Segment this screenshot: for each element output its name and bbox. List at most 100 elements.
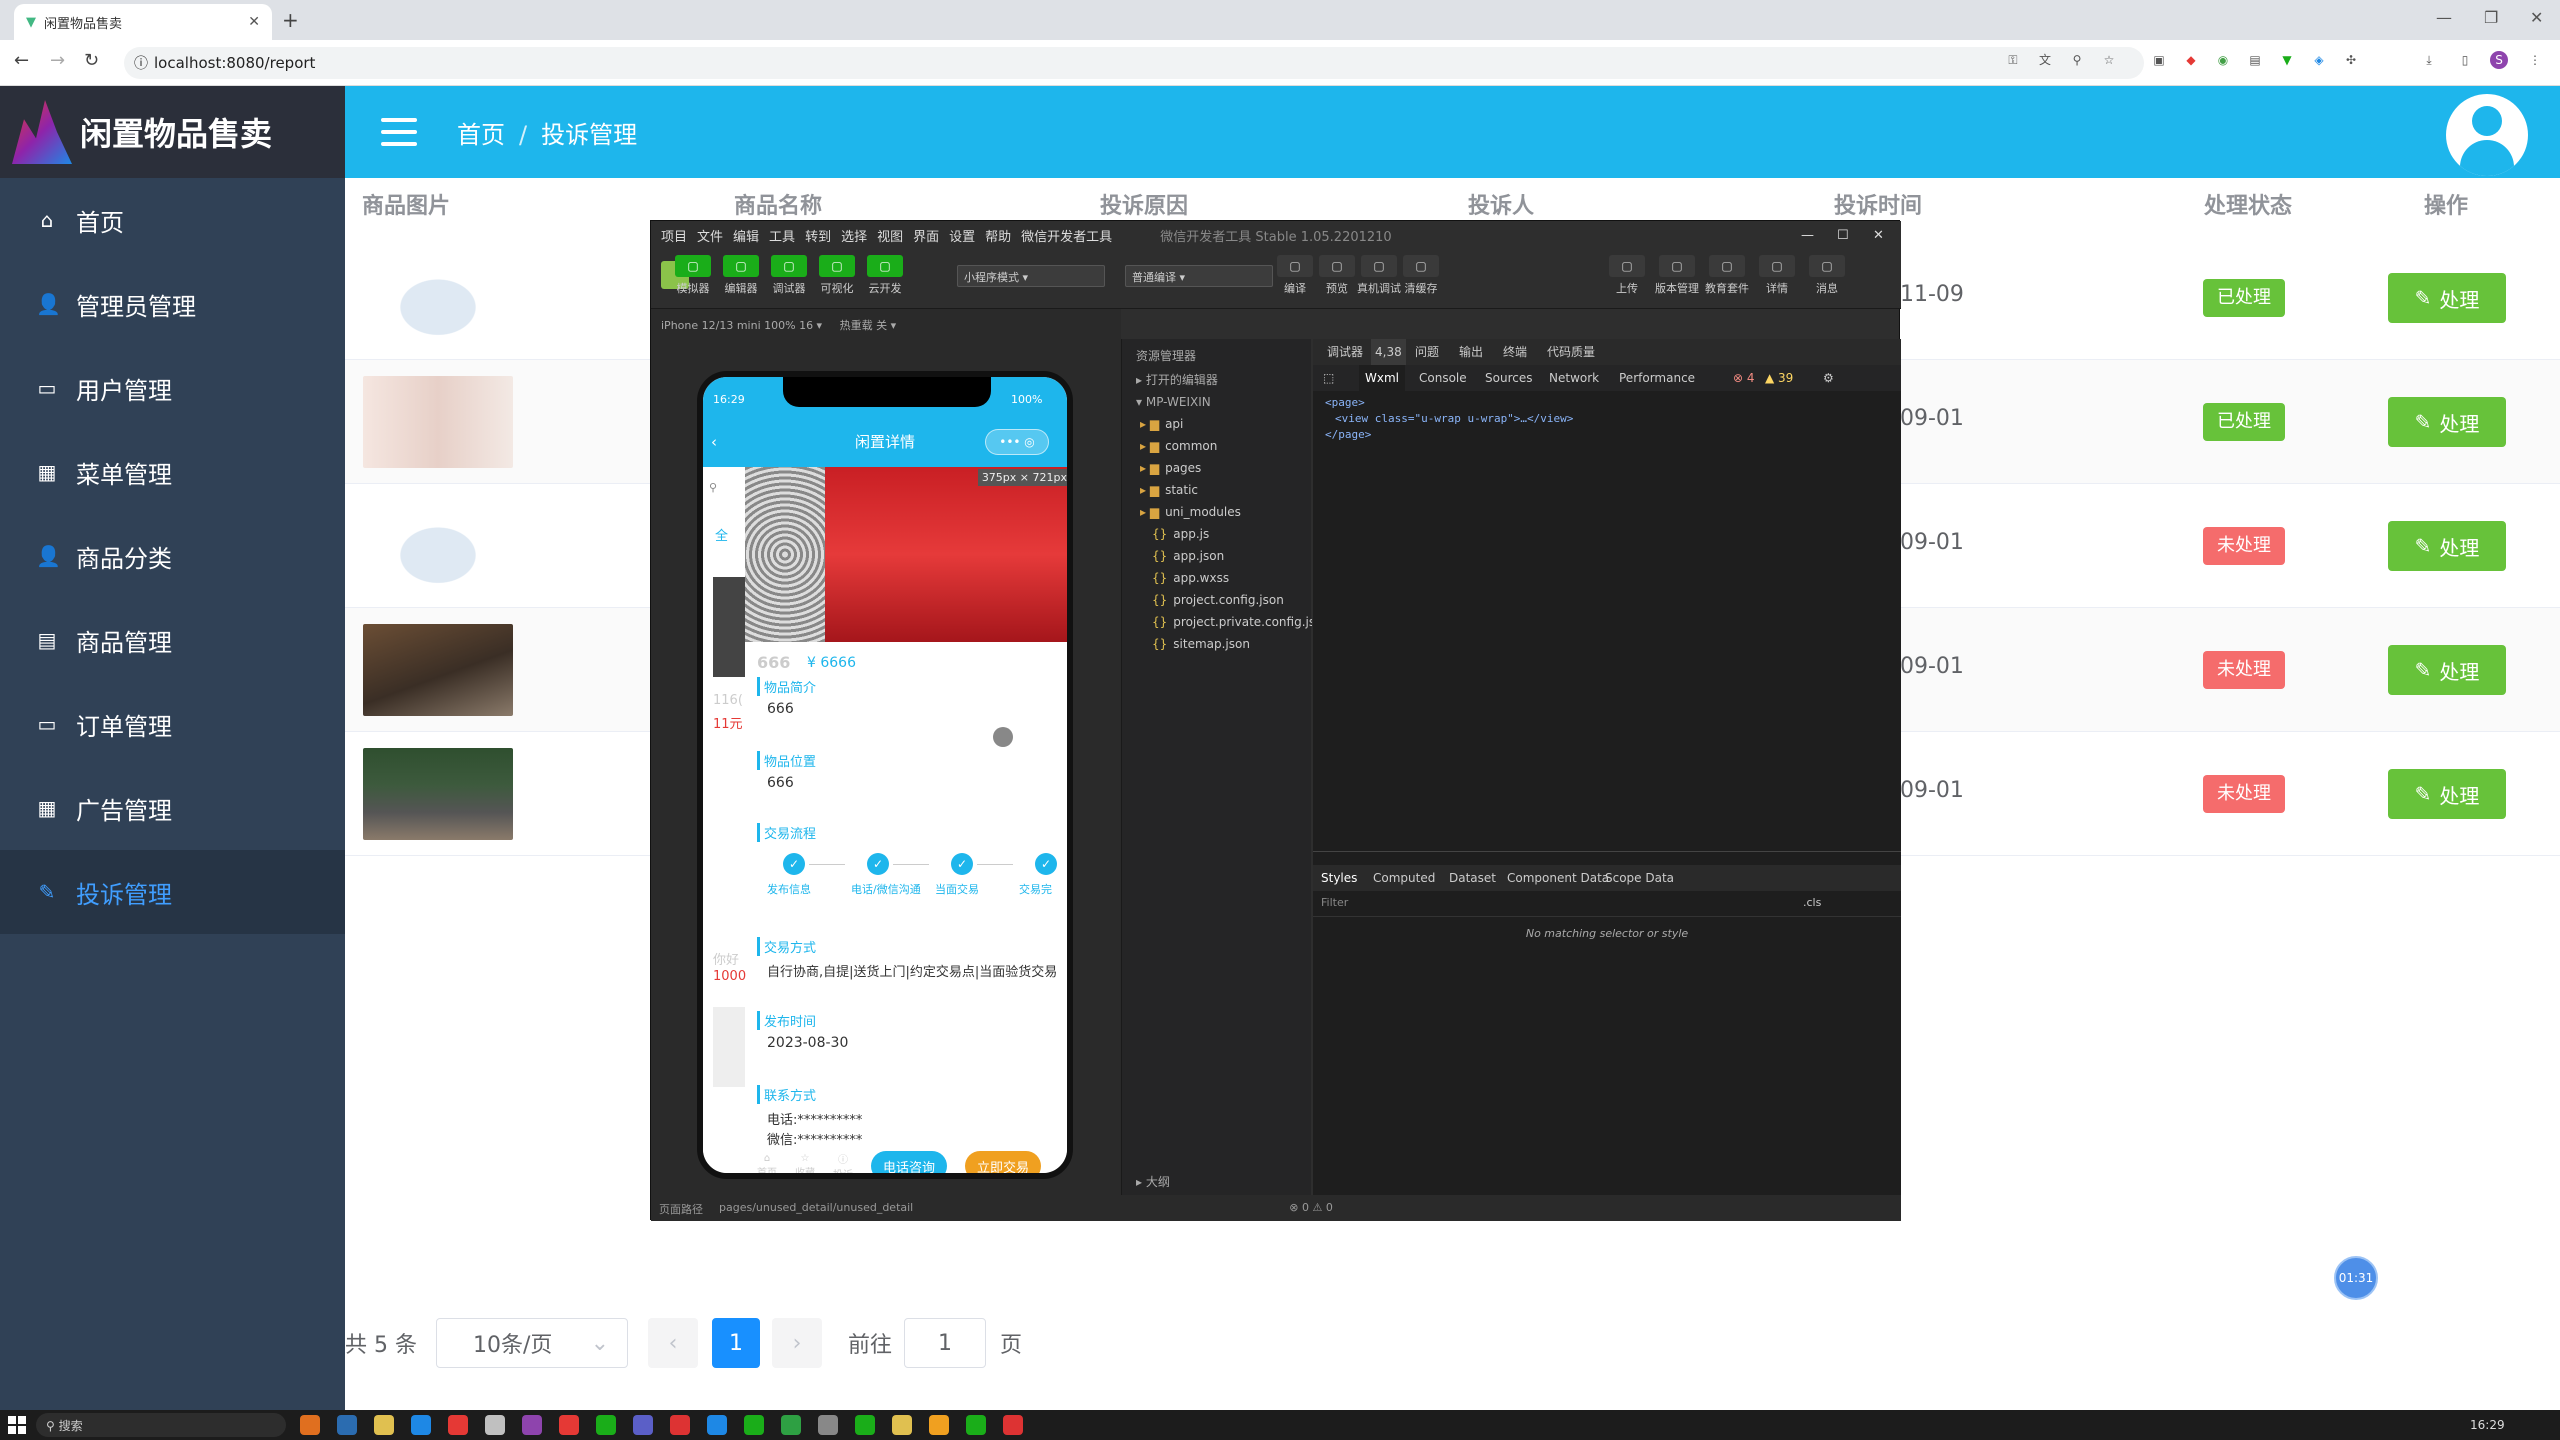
process-button[interactable]: ✎ 处理 — [2388, 397, 2506, 447]
devtools-menu-item[interactable]: 编辑 — [733, 226, 759, 245]
page-1-button[interactable]: 1 — [712, 1318, 760, 1368]
toolbar-toolbar_left-4[interactable]: ▢ 云开发 — [863, 255, 907, 296]
forward-icon[interactable]: → — [50, 50, 65, 71]
style-tab[interactable]: Styles — [1321, 865, 1357, 891]
restore-icon[interactable]: ❐ — [2484, 8, 2498, 27]
devtools-menu-item[interactable]: 文件 — [697, 226, 723, 245]
back-icon[interactable]: ← — [14, 50, 29, 71]
panel-tab[interactable]: Performance — [1619, 365, 1695, 391]
taskbar-app-icon[interactable] — [374, 1415, 394, 1435]
toolbar-toolbar_right-0[interactable]: ▢ 上传 — [1605, 255, 1649, 296]
star-icon[interactable]: ☆ — [2100, 51, 2118, 69]
open-editors-section[interactable]: ▸ 打开的编辑器 — [1122, 369, 1312, 391]
toolbar-toolbar_left-1[interactable]: ▢ 编辑器 — [719, 255, 763, 296]
sidebar-item-6[interactable]: ▭ 订单管理 — [0, 682, 345, 766]
debug-tab[interactable]: 终端 — [1503, 339, 1527, 365]
taskbar-app-icon[interactable] — [337, 1415, 357, 1435]
style-tab[interactable]: Computed — [1373, 865, 1435, 891]
taskbar-app-icon[interactable] — [411, 1415, 431, 1435]
next-page-button[interactable]: › — [772, 1318, 822, 1368]
taskbar-app-icon[interactable] — [300, 1415, 320, 1435]
devtools-menu-item[interactable]: 选择 — [841, 226, 867, 245]
toolbar-toolbar_right-2[interactable]: ▢ 教育套件 — [1705, 255, 1749, 296]
toolbar-toolbar_right-3[interactable]: ▢ 详情 — [1755, 255, 1799, 296]
nav-report[interactable]: ⓘ 投诉 — [833, 1151, 853, 1173]
toolbar-toolbar_left-0[interactable]: ▢ 模拟器 — [671, 255, 715, 296]
extension-icon[interactable]: ◉ — [2214, 51, 2232, 69]
taskbar-app-icon[interactable] — [633, 1415, 653, 1435]
trade-button[interactable]: 立即交易 — [965, 1151, 1042, 1173]
toolbar-toolbar_right-1[interactable]: ▢ 版本管理 — [1655, 255, 1699, 296]
capsule-menu-icon[interactable]: ••• ◎ — [985, 429, 1049, 455]
sidebar-item-1[interactable]: 👤 管理员管理 — [0, 262, 345, 346]
process-button[interactable]: ✎ 处理 — [2388, 645, 2506, 695]
page-size-select[interactable]: 10条/页 ⌄ — [436, 1318, 628, 1368]
debug-tab[interactable]: 输出 — [1459, 339, 1483, 365]
taskbar-app-icon[interactable] — [966, 1415, 986, 1435]
taskbar-app-icon[interactable] — [707, 1415, 727, 1435]
hotreload-select[interactable]: 热重载 关 ▾ — [840, 319, 897, 332]
taskbar-app-icon[interactable] — [522, 1415, 542, 1435]
file-item[interactable]: {} app.wxss — [1122, 567, 1312, 589]
taskbar-app-icon[interactable] — [559, 1415, 579, 1435]
taskbar-app-icon[interactable] — [485, 1415, 505, 1435]
outline-section[interactable]: ▸ 大纲 — [1122, 1171, 1312, 1193]
taskbar-app-icon[interactable] — [744, 1415, 764, 1435]
taskbar-app-icon[interactable] — [818, 1415, 838, 1435]
download-icon[interactable]: ⤓ — [2420, 51, 2438, 69]
sidebar-item-8[interactable]: ✎ 投诉管理 — [0, 850, 345, 934]
nav-favorite[interactable]: ☆ 收藏 — [795, 1153, 815, 1173]
extension-icon[interactable]: ▣ — [2150, 51, 2168, 69]
file-item[interactable]: {} project.private.config.js... — [1122, 611, 1312, 633]
url-input[interactable]: ⓘ localhost:8080/report — [124, 47, 2144, 79]
reload-icon[interactable]: ↻ — [84, 50, 99, 71]
file-item[interactable]: ▸ ▆ common — [1122, 435, 1312, 457]
taskbar-app-icon[interactable] — [781, 1415, 801, 1435]
translate-icon[interactable]: 文 — [2036, 51, 2054, 69]
goto-page-input[interactable]: 1 — [904, 1318, 986, 1368]
process-button[interactable]: ✎ 处理 — [2388, 273, 2506, 323]
taskbar-search[interactable]: ⚲ 搜索 — [36, 1413, 286, 1437]
debug-tab[interactable]: 代码质量 — [1547, 339, 1595, 365]
file-item[interactable]: ▸ ▆ api — [1122, 413, 1312, 435]
gear-icon[interactable]: ⚙ — [1823, 365, 1834, 391]
toolbar-toolbar_left-2[interactable]: ▢ 调试器 — [767, 255, 811, 296]
zoom-icon[interactable]: ⚲ — [2068, 51, 2086, 69]
taskbar-app-icon[interactable] — [929, 1415, 949, 1435]
panel-tab[interactable]: Sources — [1485, 365, 1532, 391]
wxml-line[interactable]: <view class="u-wrap u-wrap">…</view> — [1325, 411, 1573, 427]
inspect-icon[interactable]: ⬚ — [1323, 365, 1334, 391]
hamburger-menu-icon[interactable] — [381, 118, 417, 146]
key-icon[interactable]: ⚿ — [2004, 51, 2022, 69]
nav-home[interactable]: ⌂ 首页 — [757, 1153, 777, 1173]
sidepanel-icon[interactable]: ▯ — [2456, 51, 2474, 69]
file-item[interactable]: {} app.json — [1122, 545, 1312, 567]
process-button[interactable]: ✎ 处理 — [2388, 769, 2506, 819]
extension-icon[interactable]: ◈ — [2310, 51, 2328, 69]
kebab-menu-icon[interactable]: ⋮ — [2526, 51, 2544, 69]
taskbar-app-icon[interactable] — [892, 1415, 912, 1435]
file-item[interactable]: ▸ ▆ uni_modules — [1122, 501, 1312, 523]
browser-tab[interactable]: ▼ 闲置物品售卖 ✕ — [14, 4, 272, 40]
taskbar-app-icon[interactable] — [670, 1415, 690, 1435]
minimize-icon[interactable]: — — [1801, 228, 1814, 243]
close-window-icon[interactable]: ✕ — [2530, 8, 2543, 27]
devtools-menu-item[interactable]: 项目 — [661, 226, 687, 245]
warning-count[interactable]: ▲ 39 — [1765, 365, 1793, 391]
devtools-menu-item[interactable]: 设置 — [949, 226, 975, 245]
sidebar-item-3[interactable]: ▦ 菜单管理 — [0, 430, 345, 514]
sidebar-item-4[interactable]: 👤 商品分类 — [0, 514, 345, 598]
devtools-menu-item[interactable]: 转到 — [805, 226, 831, 245]
extension-icon[interactable]: ▤ — [2246, 51, 2264, 69]
close-tab-icon[interactable]: ✕ — [248, 14, 260, 30]
page-path-label[interactable]: 页面路径 — [659, 1201, 703, 1216]
taskbar-app-icon[interactable] — [1003, 1415, 1023, 1435]
toolbar-toolbar_mid-2[interactable]: ▢ 真机调试 — [1357, 255, 1401, 296]
wxml-line[interactable]: </page> — [1325, 427, 1573, 443]
avatar[interactable] — [2446, 94, 2528, 176]
debug-tab[interactable]: 调试器 — [1327, 339, 1363, 365]
devtools-menu-item[interactable]: 帮助 — [985, 226, 1011, 245]
sidebar-item-0[interactable]: ⌂ 首页 — [0, 178, 345, 262]
windows-start-icon[interactable] — [8, 1416, 26, 1434]
devtools-menu-item[interactable]: 界面 — [913, 226, 939, 245]
